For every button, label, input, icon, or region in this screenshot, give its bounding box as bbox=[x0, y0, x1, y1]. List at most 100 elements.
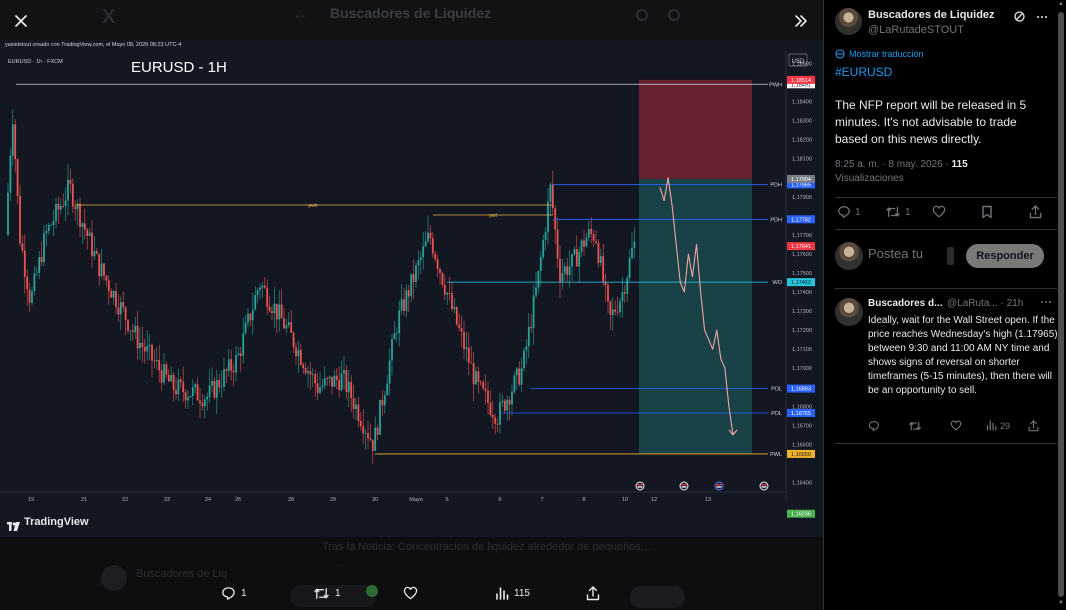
share-icon bbox=[1028, 420, 1039, 432]
tradingview-label: TradingView bbox=[24, 516, 89, 528]
show-translation-link[interactable]: Mostrar traducción bbox=[835, 49, 924, 59]
reply-reply-button[interactable] bbox=[868, 420, 880, 432]
reply-button[interactable]: Responder bbox=[966, 244, 1044, 268]
grok-icon[interactable] bbox=[1013, 10, 1026, 23]
scrollbar[interactable]: ▲ ▼ bbox=[1056, 0, 1066, 610]
x-tick-label: 19 bbox=[28, 497, 34, 503]
repost-count: 1 bbox=[905, 206, 911, 218]
candle-body bbox=[196, 384, 199, 401]
reply-input[interactable]: Postea tu bbox=[868, 246, 923, 261]
candle-body bbox=[424, 241, 427, 247]
reply-input-scrollbar[interactable] bbox=[947, 247, 954, 265]
avatar[interactable] bbox=[835, 8, 862, 35]
level-price-value: 1,16893 bbox=[791, 387, 811, 393]
scroll-down-arrow-icon[interactable]: ▼ bbox=[1058, 600, 1064, 606]
candle-body bbox=[383, 395, 386, 406]
expand-sidebar-button[interactable] bbox=[786, 6, 816, 36]
candle-body bbox=[539, 257, 542, 271]
candle-body bbox=[33, 273, 36, 292]
share-stat[interactable] bbox=[1029, 205, 1042, 219]
reply-action[interactable]: 1 bbox=[221, 576, 247, 610]
reply-stat[interactable]: 1 bbox=[837, 205, 861, 219]
repost-stat[interactable]: 1 bbox=[885, 205, 911, 219]
bookmark-stat[interactable] bbox=[981, 205, 993, 219]
level-price-value: 1,16765 bbox=[791, 411, 811, 417]
pwl-annotation: pwl bbox=[489, 213, 497, 219]
candle-body bbox=[511, 391, 513, 405]
x-tick-label: 7 bbox=[540, 497, 543, 503]
candle-body bbox=[31, 291, 33, 303]
candle-body bbox=[189, 395, 192, 398]
candle-body bbox=[105, 275, 108, 281]
reply-author-name[interactable]: Buscadores d... bbox=[868, 298, 942, 309]
reply-tweet[interactable]: Buscadores d... @LaRuta... · 21h Ideally… bbox=[835, 296, 1058, 436]
candle-body bbox=[40, 257, 43, 263]
reply-count: 1 bbox=[241, 587, 247, 599]
candle-body bbox=[47, 225, 50, 231]
avatar[interactable] bbox=[835, 298, 863, 326]
views-action[interactable]: 115 bbox=[495, 576, 530, 610]
reply-more-options-icon[interactable] bbox=[1041, 301, 1051, 303]
candle-body bbox=[302, 364, 305, 368]
chart-symbol-label: EURUSD · 1h · FXCM bbox=[8, 59, 63, 65]
candle-body bbox=[523, 350, 525, 369]
candle-body bbox=[537, 270, 540, 288]
reply-like-button[interactable] bbox=[950, 420, 962, 431]
candle-body bbox=[362, 426, 365, 434]
views-total: 115 bbox=[951, 159, 968, 170]
candle-body bbox=[477, 371, 480, 382]
hashtag-link[interactable]: #EURUSD bbox=[835, 65, 892, 79]
scrollbar-thumb[interactable] bbox=[1058, 12, 1064, 597]
x-tick-label: 6 bbox=[498, 497, 501, 503]
author-name[interactable]: Buscadores de Liquidez bbox=[868, 9, 995, 21]
candle-body bbox=[235, 355, 237, 373]
y-tick-label: 1,16600 bbox=[792, 442, 812, 448]
y-tick-label: 1,18600 bbox=[792, 62, 812, 68]
candle-body bbox=[571, 254, 573, 267]
candle-body bbox=[232, 370, 235, 373]
candle-body bbox=[239, 353, 242, 356]
candle-body bbox=[110, 290, 113, 298]
candle-body bbox=[295, 347, 297, 357]
candle-body bbox=[9, 155, 12, 193]
like-stat[interactable] bbox=[932, 205, 946, 218]
chart-title: EURUSD - 1H bbox=[131, 59, 227, 76]
reply-author-handle[interactable]: @LaRuta... · 21h bbox=[947, 298, 1023, 309]
y-tick-label: 1,18300 bbox=[792, 119, 812, 125]
scroll-up-arrow-icon[interactable]: ▲ bbox=[1058, 1, 1064, 7]
level-price-value: 1,17965 bbox=[791, 182, 811, 188]
candle-body bbox=[199, 400, 201, 404]
candle-body bbox=[595, 240, 597, 243]
level-price-value: 1,17782 bbox=[791, 217, 811, 223]
like-action[interactable] bbox=[403, 576, 418, 610]
candle-body bbox=[124, 307, 127, 321]
reply-repost-button[interactable] bbox=[908, 420, 922, 432]
candle-body bbox=[160, 370, 163, 383]
author-handle[interactable]: @LaRutadeSTOUT bbox=[868, 24, 964, 36]
close-button[interactable] bbox=[6, 6, 36, 36]
candle-body bbox=[79, 203, 81, 227]
candle-body bbox=[470, 362, 473, 364]
candle-body bbox=[568, 266, 571, 275]
news-flag-stripe bbox=[637, 484, 643, 486]
y-tick-label: 1,16400 bbox=[792, 480, 812, 486]
candle-body bbox=[475, 371, 477, 385]
reply-views-button[interactable]: 29 bbox=[986, 420, 1010, 431]
x-tick-label: 12 bbox=[651, 497, 657, 503]
more-options-icon[interactable] bbox=[1035, 10, 1049, 23]
candle-body bbox=[443, 284, 446, 295]
candle-body bbox=[141, 342, 144, 348]
candle-body bbox=[489, 402, 492, 415]
tweet-timestamp[interactable]: 8:25 a. m. · 8 may. 2026 · bbox=[835, 159, 952, 170]
candle-body bbox=[619, 301, 621, 313]
share-action[interactable] bbox=[586, 576, 600, 610]
level-label: WO bbox=[773, 280, 783, 286]
candle-body bbox=[583, 240, 585, 247]
candle-body bbox=[542, 239, 545, 258]
reply-share-button[interactable] bbox=[1028, 420, 1039, 432]
candle-body bbox=[611, 309, 614, 315]
level-label: PWL bbox=[770, 452, 782, 458]
candle-body bbox=[191, 387, 194, 396]
candle-body bbox=[386, 383, 389, 396]
repost-action[interactable]: 1 bbox=[313, 576, 341, 610]
